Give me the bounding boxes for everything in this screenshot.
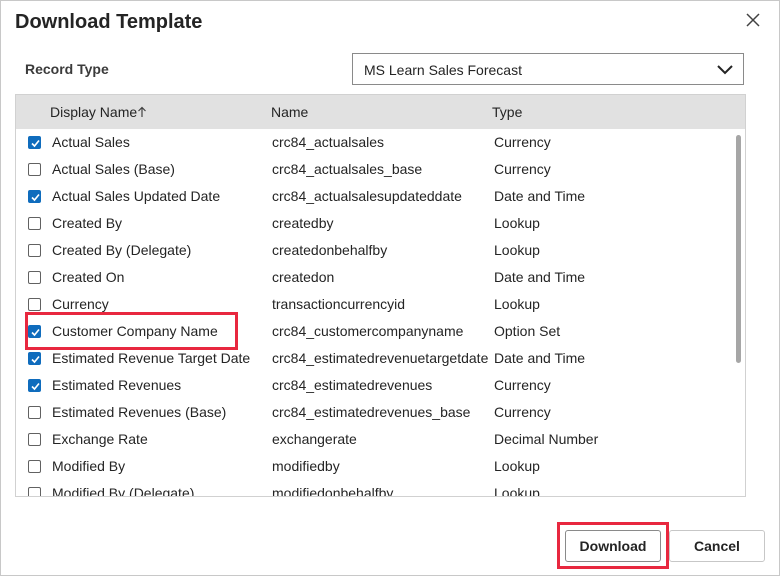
name-cell: createdon xyxy=(272,269,335,285)
checkmark-icon xyxy=(31,193,40,202)
table-row[interactable]: Modified By (Delegate) modifiedonbehalfby… xyxy=(16,480,736,497)
type-cell: Currency xyxy=(494,134,551,150)
record-type-value: MS Learn Sales Forecast xyxy=(364,62,522,78)
fields-grid: Display Name Name Type Actual Sales crc84… xyxy=(15,94,746,497)
name-cell: exchangerate xyxy=(272,431,357,447)
type-cell: Lookup xyxy=(494,242,540,258)
type-cell: Currency xyxy=(494,377,551,393)
row-checkbox[interactable] xyxy=(28,460,41,473)
close-icon[interactable] xyxy=(743,10,763,30)
display-name-cell: Estimated Revenues xyxy=(52,377,182,393)
dialog-title: Download Template xyxy=(15,11,203,33)
row-checkbox[interactable] xyxy=(28,190,41,203)
display-name-cell: Modified By xyxy=(52,458,126,474)
checkmark-icon xyxy=(31,382,40,391)
display-name-cell: Modified By (Delegate) xyxy=(52,485,195,497)
name-cell: crc84_estimatedrevenues_base xyxy=(272,404,471,420)
cancel-button[interactable]: Cancel xyxy=(669,530,765,562)
table-row[interactable]: Actual Sales Updated Date crc84_actualsal… xyxy=(16,183,736,210)
type-cell: Currency xyxy=(494,404,551,420)
table-row[interactable]: Created On createdon Date and Time xyxy=(16,264,736,291)
table-row[interactable]: Actual Sales (Base) crc84_actualsales_bas… xyxy=(16,156,736,183)
highlight-customer-company-name xyxy=(25,312,238,350)
column-header-display-name[interactable]: Display Name xyxy=(50,104,147,120)
row-checkbox[interactable] xyxy=(28,163,41,176)
table-row[interactable]: Exchange Rate exchangerate Decimal Number xyxy=(16,426,736,453)
display-name-cell: Estimated Revenue Target Date xyxy=(52,350,251,366)
type-cell: Lookup xyxy=(494,215,540,231)
display-name-cell: Created On xyxy=(52,269,125,285)
name-cell: crc84_actualsales_base xyxy=(272,161,423,177)
name-cell: crc84_estimatedrevenuetargetdate xyxy=(272,350,489,366)
grid-header: Display Name Name Type xyxy=(16,95,745,129)
type-cell: Date and Time xyxy=(494,188,586,204)
type-cell: Lookup xyxy=(494,485,540,497)
download-template-dialog: Download Template Record Type MS Learn S… xyxy=(0,0,780,576)
type-cell: Lookup xyxy=(494,296,540,312)
table-row[interactable]: Created By (Delegate) createdonbehalfby Lo… xyxy=(16,237,736,264)
type-cell: Decimal Number xyxy=(494,431,599,447)
display-name-cell: Exchange Rate xyxy=(52,431,148,447)
display-name-cell: Actual Sales xyxy=(52,134,130,150)
name-cell: createdby xyxy=(272,215,334,231)
row-checkbox[interactable] xyxy=(28,487,41,496)
table-row[interactable]: Estimated Revenues (Base) crc84_estimated… xyxy=(16,399,736,426)
row-checkbox[interactable] xyxy=(28,271,41,284)
type-cell: Option Set xyxy=(494,323,561,339)
row-checkbox[interactable] xyxy=(28,433,41,446)
row-checkbox[interactable] xyxy=(28,298,41,311)
row-checkbox[interactable] xyxy=(28,379,41,392)
arrow-up-icon xyxy=(137,105,147,117)
table-row[interactable]: Estimated Revenues crc84_estimatedrevenue… xyxy=(16,372,736,399)
name-cell: modifiedby xyxy=(272,458,340,474)
row-checkbox[interactable] xyxy=(28,217,41,230)
checkmark-icon xyxy=(31,355,40,364)
download-button[interactable]: Download xyxy=(565,530,661,562)
type-cell: Currency xyxy=(494,161,551,177)
display-name-cell: Created By (Delegate) xyxy=(52,242,192,258)
type-cell: Date and Time xyxy=(494,350,586,366)
display-name-cell: Currency xyxy=(52,296,109,312)
column-header-type[interactable]: Type xyxy=(492,104,522,120)
vertical-scrollbar[interactable] xyxy=(736,135,741,363)
row-checkbox[interactable] xyxy=(28,244,41,257)
table-row[interactable]: Created By createdby Lookup xyxy=(16,210,736,237)
type-cell: Lookup xyxy=(494,458,540,474)
column-header-name[interactable]: Name xyxy=(271,104,308,120)
display-name-cell: Actual Sales Updated Date xyxy=(52,188,221,204)
table-row[interactable]: Modified By modifiedby Lookup xyxy=(16,453,736,480)
display-name-cell: Actual Sales (Base) xyxy=(52,161,175,177)
row-checkbox[interactable] xyxy=(28,406,41,419)
name-cell: crc84_actualsalesupdateddate xyxy=(272,188,462,204)
name-cell: modifiedonbehalfby xyxy=(272,485,394,497)
name-cell: createdonbehalfby xyxy=(272,242,388,258)
display-name-cell: Estimated Revenues (Base) xyxy=(52,404,227,420)
chevron-down-icon xyxy=(715,60,735,80)
row-checkbox[interactable] xyxy=(28,352,41,365)
name-cell: crc84_customercompanyname xyxy=(272,323,464,339)
name-cell: transactioncurrencyid xyxy=(272,296,406,312)
checkmark-icon xyxy=(31,139,40,148)
record-type-label: Record Type xyxy=(25,61,109,77)
record-type-select[interactable]: MS Learn Sales Forecast xyxy=(352,53,744,85)
name-cell: crc84_estimatedrevenues xyxy=(272,377,433,393)
table-row[interactable]: Actual Sales crc84_actualsales Currency xyxy=(16,129,736,156)
name-cell: crc84_actualsales xyxy=(272,134,385,150)
row-checkbox[interactable] xyxy=(28,136,41,149)
type-cell: Date and Time xyxy=(494,269,586,285)
display-name-cell: Created By xyxy=(52,215,123,231)
